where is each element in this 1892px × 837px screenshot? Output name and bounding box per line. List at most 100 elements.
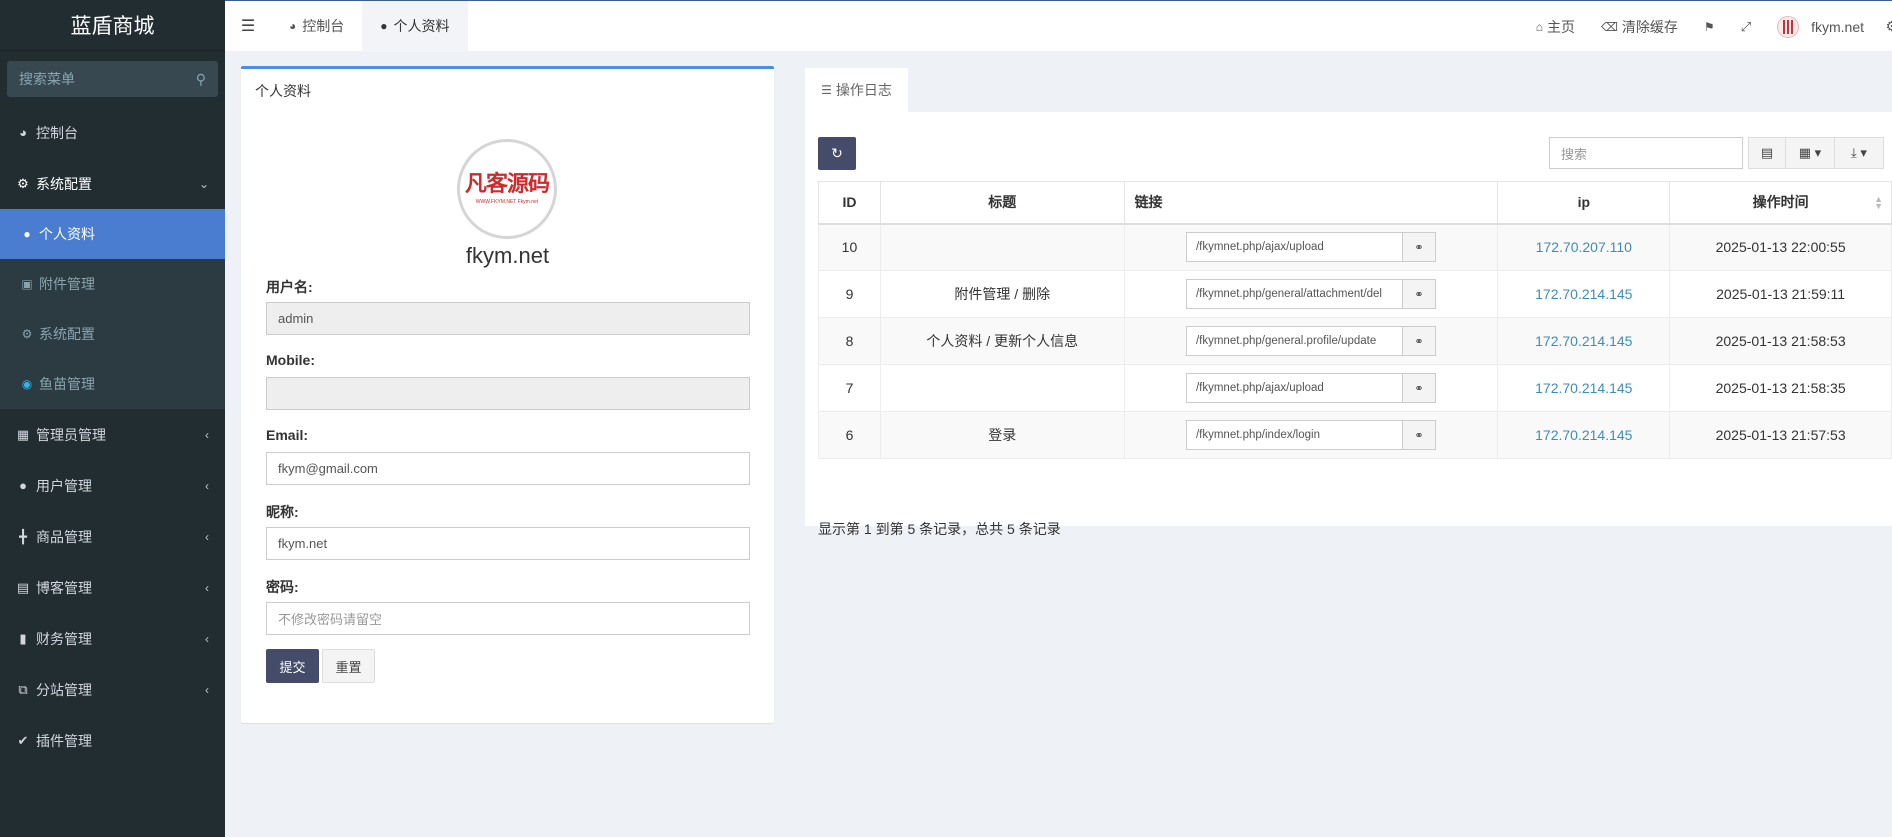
sidebar-subitem-config[interactable]: ⚙ 系统配置 <box>0 309 225 359</box>
cart-icon: ╋ <box>19 528 27 544</box>
sidebar-subitem-profile[interactable]: ● 个人资料 <box>0 209 225 259</box>
cell-time: 2025-01-13 21:57:53 <box>1669 411 1892 459</box>
fullscreen-button[interactable]: ⤢ <box>1728 19 1764 35</box>
sidebar-item-dashboard[interactable]: ◕ 控制台 <box>0 107 225 158</box>
sidebar-item-label: 博客管理 <box>36 579 92 596</box>
download-icon: ⤓ ▾ <box>1851 145 1867 160</box>
chevron-left-icon: ‹ <box>205 631 209 646</box>
pagination-info: 显示第 1 到第 5 条记录，总共 5 条记录 <box>818 521 1061 537</box>
link-icon: ⚭ <box>1414 288 1424 301</box>
sidebar-search-input[interactable]: 搜索菜单 ⚲ <box>7 61 218 97</box>
sidebar-subitem-label: 系统配置 <box>39 326 95 342</box>
link-button[interactable]: ⚭ <box>1402 373 1436 403</box>
sidebar-subitem-label: 附件管理 <box>39 276 95 292</box>
sidebar-subitem-fish[interactable]: ◉ 鱼苗管理 <box>0 359 225 409</box>
password-field[interactable]: 不修改密码请留空 <box>266 602 750 635</box>
table-row[interactable]: 10 /fkymnet.php/ajax/upload ⚭ 172.70.207.… <box>818 223 1892 271</box>
cell-title <box>879 364 1125 412</box>
nickname-label: 昵称: <box>266 504 299 520</box>
chevron-left-icon: ‹ <box>205 682 209 697</box>
column-header-ip[interactable]: ip <box>1497 181 1671 225</box>
reset-button[interactable]: 重置 <box>322 649 375 683</box>
sidebar-item-finance[interactable]: ▮ 财务管理 ‹ <box>0 613 225 664</box>
link-button[interactable]: ⚭ <box>1402 279 1436 309</box>
link-button[interactable]: ⚭ <box>1402 232 1436 263</box>
email-field[interactable]: fkym@gmail.com <box>266 452 750 485</box>
link-button[interactable]: ⚭ <box>1402 326 1436 356</box>
chevron-left-icon: ‹ <box>205 427 209 442</box>
sidebar-item-substation[interactable]: ⧉ 分站管理 ‹ <box>0 664 225 715</box>
refresh-button[interactable]: ↻ <box>818 137 856 170</box>
chevron-left-icon: ‹ <box>205 529 209 544</box>
profile-avatar[interactable]: 凡客源码 WWW.FKYM.NET Fkym.net <box>457 139 557 239</box>
sidebar-item-goods[interactable]: ╋ 商品管理 ‹ <box>0 511 225 562</box>
panel-title: 个人资料 <box>255 83 311 99</box>
ip-link[interactable]: 172.70.214.145 <box>1535 380 1632 396</box>
ip-link[interactable]: 172.70.214.145 <box>1535 286 1632 302</box>
table-row[interactable]: 6 登录 /fkymnet.php/index/login ⚭ 172.70.21… <box>818 411 1892 459</box>
url-field[interactable]: /fkymnet.php/index/login <box>1185 420 1403 450</box>
table-icon: ▤ <box>1760 145 1774 160</box>
submit-button[interactable]: 提交 <box>266 649 319 683</box>
ip-link[interactable]: 172.70.214.145 <box>1535 333 1632 349</box>
columns-button[interactable]: ▦ ▾ <box>1785 137 1835 169</box>
table-row[interactable]: 7 /fkymnet.php/ajax/upload ⚭ 172.70.214.1… <box>818 364 1892 412</box>
column-header-id[interactable]: ID <box>818 181 881 225</box>
ip-link[interactable]: 172.70.207.110 <box>1536 239 1632 255</box>
settings-button[interactable]: ⚙ <box>1885 18 1892 35</box>
user-menu[interactable]: fkym.net <box>1764 15 1892 38</box>
sidebar-item-admin[interactable]: ▦ 管理员管理 ‹ <box>0 409 225 460</box>
ip-link[interactable]: 172.70.214.145 <box>1535 427 1632 443</box>
username-label: fkym.net <box>1811 18 1864 35</box>
sidebar-item-blog[interactable]: ▤ 博客管理 ‹ <box>0 562 225 613</box>
cell-title: 附件管理 / 删除 <box>879 270 1125 318</box>
sidebar-submenu: ● 个人资料 ▣ 附件管理 ⚙ 系统配置 ◉ 鱼苗管理 <box>0 209 225 409</box>
column-header-time[interactable]: 操作时间 ▲ ▼ <box>1669 181 1892 225</box>
cell-id: 10 <box>818 223 881 271</box>
tab-label: 控制台 <box>302 18 345 34</box>
tab-dashboard[interactable]: ◕ 控制台 <box>271 1 362 52</box>
log-search-input[interactable]: 搜索 <box>1549 137 1743 169</box>
cell-id: 6 <box>818 411 881 459</box>
brand-logo[interactable]: 蓝盾商城 <box>0 0 225 51</box>
table-row[interactable]: 9 附件管理 / 删除 /fkymnet.php/general/attachm… <box>818 270 1892 318</box>
tab-profile[interactable]: ● 个人资料 <box>362 0 468 52</box>
sidebar-item-users[interactable]: ● 用户管理 ‹ <box>0 460 225 511</box>
sidebar-item-system-config[interactable]: ⚙ 系统配置 ⌄ <box>0 158 225 209</box>
sidebar-subitem-label: 个人资料 <box>39 226 95 242</box>
chevron-down-icon: ⌄ <box>198 176 209 191</box>
sidebar-subitem-attachment[interactable]: ▣ 附件管理 <box>0 259 225 309</box>
tab-operation-log[interactable]: ☰ 操作日志 <box>805 68 908 112</box>
nickname-field[interactable]: fkym.net <box>266 527 750 560</box>
search-icon: ⚲ <box>195 70 206 87</box>
link-button[interactable]: ⚭ <box>1402 420 1436 450</box>
export-button[interactable]: ⤓ ▾ <box>1834 137 1884 169</box>
url-field[interactable]: /fkymnet.php/general/attachment/del <box>1185 279 1403 309</box>
link-icon: ⚭ <box>1414 382 1424 395</box>
url-field[interactable]: /fkymnet.php/ajax/upload <box>1185 373 1403 403</box>
sidebar-toggle-button[interactable]: ☰ <box>225 1 271 52</box>
chevron-left-icon: ‹ <box>205 478 209 493</box>
clear-cache-button[interactable]: ⌫ 清除缓存 <box>1588 17 1691 37</box>
username-label: 用户名: <box>266 279 313 295</box>
column-header-title[interactable]: 标题 <box>879 181 1125 225</box>
home-link[interactable]: ⌂ 主页 <box>1523 17 1588 37</box>
cogs-icon: ⚙ <box>17 175 29 191</box>
sidebar-item-plugins[interactable]: ✔ 插件管理 <box>0 715 225 766</box>
windows-icon: ▦ <box>16 426 30 442</box>
fish-icon: ◉ <box>21 377 33 391</box>
mobile-field[interactable] <box>266 377 750 410</box>
language-button[interactable]: ⚑ <box>1691 20 1728 34</box>
url-field[interactable]: /fkymnet.php/ajax/upload <box>1185 232 1403 263</box>
password-label: 密码: <box>266 579 299 595</box>
column-header-url[interactable]: 链接 <box>1123 181 1499 225</box>
user-icon: ● <box>380 19 388 33</box>
username-field[interactable]: admin <box>266 302 750 335</box>
cell-url: /fkymnet.php/general/attachment/del ⚭ <box>1123 270 1499 318</box>
log-panel: ☰ 操作日志 ↻ 搜索 ▤ ▦ ▾ ⤓ ▾ ID 标题 链接 ip 操作时间 ▲… <box>805 68 1892 537</box>
url-field[interactable]: /fkymnet.php/general.profile/update <box>1185 326 1403 356</box>
expand-icon: ⤢ <box>1740 18 1752 34</box>
cell-title <box>879 223 1125 271</box>
toggle-view-button[interactable]: ▤ <box>1748 137 1786 169</box>
table-row[interactable]: 8 个人资料 / 更新个人信息 /fkymnet.php/general.pro… <box>818 317 1892 365</box>
